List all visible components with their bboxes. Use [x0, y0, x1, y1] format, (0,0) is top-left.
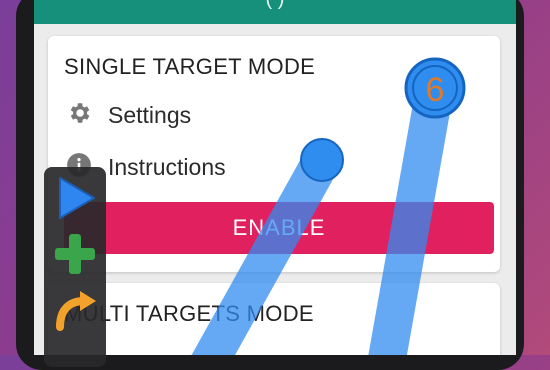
enable-button[interactable]: ENABLE	[64, 202, 494, 254]
floating-toolbar	[44, 167, 106, 367]
single-target-title: SINGLE TARGET MODE	[64, 54, 316, 79]
plus-icon	[55, 234, 95, 274]
multi-targets-card: MULTI TARGETS MODE	[48, 283, 500, 355]
app-bar: ( )	[34, 0, 516, 24]
app-screen: ( ) SINGLE TARGET MODE Settings Instruct…	[34, 0, 516, 355]
add-swipe-button[interactable]	[50, 285, 100, 335]
play-button[interactable]	[50, 173, 100, 223]
swipe-arrow-icon	[56, 291, 96, 331]
gear-icon	[66, 100, 92, 131]
single-target-card: SINGLE TARGET MODE Settings Instructions…	[48, 36, 500, 272]
instructions-label: Instructions	[108, 154, 226, 180]
play-icon	[59, 177, 95, 219]
settings-row[interactable]: Settings	[66, 100, 191, 131]
settings-label: Settings	[108, 102, 192, 128]
add-target-button[interactable]	[50, 229, 100, 279]
app-title: ( )	[34, 0, 516, 11]
